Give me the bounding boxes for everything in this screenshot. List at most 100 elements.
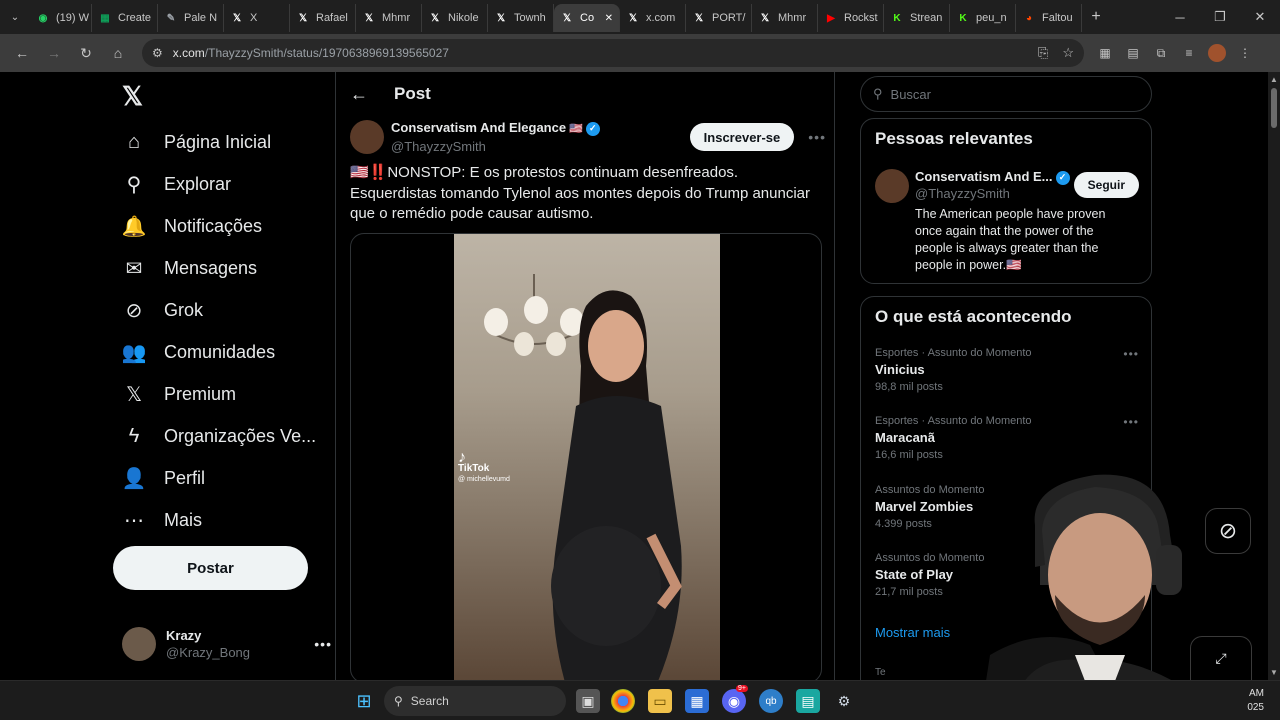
x-logo-icon[interactable]: 𝕏 [122,82,150,110]
trend-item[interactable]: Esportes · Assunto do Momento Vinicius 98,… [875,347,1139,393]
extension-icon[interactable]: ▦ [1096,44,1114,62]
bookmark-star-icon[interactable]: ☆ [1062,45,1074,61]
nav-item-envelope[interactable]: ✉ Mensagens [122,248,257,288]
back-icon[interactable]: ← [8,39,36,67]
browser-tab[interactable]: 𝕏 Mhmr [356,4,422,32]
browser-tab[interactable]: ✎ Pale N [158,4,224,32]
nav-item-bell[interactable]: 🔔 Notificações [122,206,263,246]
nav-item-lightning[interactable]: ϟ Organizações Ve... [122,416,316,456]
taskbar-search[interactable]: ⚲ Search [384,686,566,716]
windows-start-icon[interactable]: ⊞ [352,689,376,713]
scroll-up-icon[interactable]: ▲ [1270,75,1278,84]
browser-tab[interactable]: K Strean [884,4,950,32]
browser-tab[interactable]: ▦ Create [92,4,158,32]
tab-label: (19) W [56,12,89,24]
subscribe-button[interactable]: Inscrever-se [689,123,795,151]
account-switcher[interactable]: Krazy @Krazy_Bong ••• [122,624,332,664]
browser-tab[interactable]: 𝕏 Mhmr [752,4,818,32]
browser-menu-icon[interactable]: ⋮ [1236,44,1254,62]
nav-item-search[interactable]: ⚲ Explorar [122,164,231,204]
address-bar[interactable]: ⚙ x.com/ThayzzySmith/status/197063896913… [142,39,1084,67]
search-icon: ⚲ [873,86,883,101]
extensions-puzzle-icon[interactable]: ⧉ [1152,44,1170,62]
search-icon: ⚲ [394,694,403,708]
nav-item-x-premium[interactable]: 𝕏 Premium [122,374,236,414]
nav-item-grok[interactable]: ⊘ Grok [122,290,203,330]
author-avatar[interactable] [350,120,384,154]
chrome-icon[interactable] [611,689,635,713]
steam-icon[interactable]: ⚙ [832,689,856,713]
file-explorer-icon[interactable]: ▭ [648,689,672,713]
home-browser-icon[interactable]: ⌂ [104,39,132,67]
nav-item-communities[interactable]: 👥 Comunidades [122,332,276,372]
post-button[interactable]: Postar [113,546,308,590]
tab-label: peu_n [976,12,1007,24]
browser-tab[interactable]: ◉ (19) W [30,4,92,32]
avatar[interactable] [875,169,909,203]
tab-search-button[interactable]: ⌄ [0,0,30,34]
task-view-icon[interactable]: ▣ [576,689,600,713]
trend-more-icon[interactable]: ••• [1123,415,1139,429]
close-window-button[interactable]: ✕ [1240,0,1280,34]
extension-icon[interactable]: ▤ [1124,44,1142,62]
qbittorrent-icon[interactable]: qb [759,689,783,713]
nav-item-person[interactable]: 👤 Perfil [122,458,205,498]
browser-tab[interactable]: 𝕏 Co ✕ [554,4,620,32]
grok-icon: ⊘ [125,299,143,322]
forward-icon[interactable]: → [40,39,68,67]
search-input[interactable]: ⚲ Buscar [860,76,1152,112]
browser-tab[interactable]: Kpeu_n [950,4,1016,32]
reload-icon[interactable]: ↻ [72,39,100,67]
author-display-name[interactable]: Conservatism And Elegance [391,120,566,135]
scroll-down-icon[interactable]: ▼ [1270,668,1278,677]
tab-label: Mhmr [382,12,411,24]
page-scrollbar[interactable]: ▲ ▼ [1268,72,1280,680]
relevant-display-name[interactable]: Conservatism And E... [915,169,1053,184]
close-tab-icon[interactable]: ✕ [605,13,613,24]
nav-item-label: Mais [164,509,203,530]
x-icon: 𝕏 [232,12,242,24]
nav-item-label: Explorar [164,173,232,194]
scrollbar-thumb[interactable] [1271,88,1277,128]
discord-icon[interactable]: ◉ [722,689,746,713]
back-arrow-icon[interactable]: ← [350,84,368,105]
post-header: ← Post [336,72,836,116]
browser-tab[interactable]: 𝕏 Nikole [422,4,488,32]
notepad-icon[interactable]: ▤ [796,689,820,713]
site-info-icon[interactable]: ⚙ [152,46,163,60]
video-frame[interactable]: ♪ TikTok @ michellevumd [454,234,720,680]
show-more-link[interactable]: Mostrar mais [875,625,950,640]
author-username[interactable]: @ThayzzySmith [391,138,600,155]
follow-button[interactable]: Seguir [1073,172,1139,198]
browser-tab[interactable]: 𝕏 Rafael [290,4,356,32]
restore-button[interactable]: ❐ [1200,0,1240,34]
verified-badge-icon: ✓ [1055,170,1070,185]
browser-tab[interactable]: 𝕏 Townh [488,4,554,32]
store-icon[interactable]: ▦ [685,689,709,713]
media-control-icon[interactable]: ≡ [1180,44,1198,62]
minimize-button[interactable]: ─ [1160,0,1200,34]
more-horizontal-icon[interactable]: ••• [314,636,332,652]
nav-item-label: Perfil [164,467,206,488]
tweet-more-icon[interactable]: ••• [808,129,826,145]
browser-tab[interactable]: ▶ Rockst [818,4,884,32]
relevant-username[interactable]: @ThayzzySmith [915,186,1010,201]
trend-more-icon[interactable]: ••• [1123,347,1139,361]
nav-item-home[interactable]: ⌂ Página Inicial [122,122,271,162]
x-premium-icon: 𝕏 [125,383,143,406]
taskbar-clock[interactable]: AM 025 [1244,687,1264,715]
nav-item-more-circle[interactable]: ⋯ Mais [122,500,202,540]
browser-tab[interactable]: 𝕏X [224,4,290,32]
trend-context: Esportes · Assunto do Momento [875,347,1032,359]
tweet-video[interactable]: ♪ TikTok @ michellevumd [350,233,822,680]
browser-tab[interactable]: ◕ Faltou [1016,4,1082,32]
messages-drawer-button[interactable]: ⤢ [1190,636,1252,680]
new-tab-button[interactable]: + [1082,8,1110,26]
profile-avatar[interactable] [1208,44,1226,62]
browser-tab[interactable]: 𝕏x.com [620,4,686,32]
relevant-bio: The American people have proven once aga… [915,207,1106,272]
tiktok-logo-icon: ♪ [458,449,466,466]
install-app-icon[interactable]: ⎘ [1038,45,1048,61]
browser-tab[interactable]: 𝕏 PORT/ [686,4,752,32]
grok-float-button[interactable]: ⊘ [1205,508,1251,554]
